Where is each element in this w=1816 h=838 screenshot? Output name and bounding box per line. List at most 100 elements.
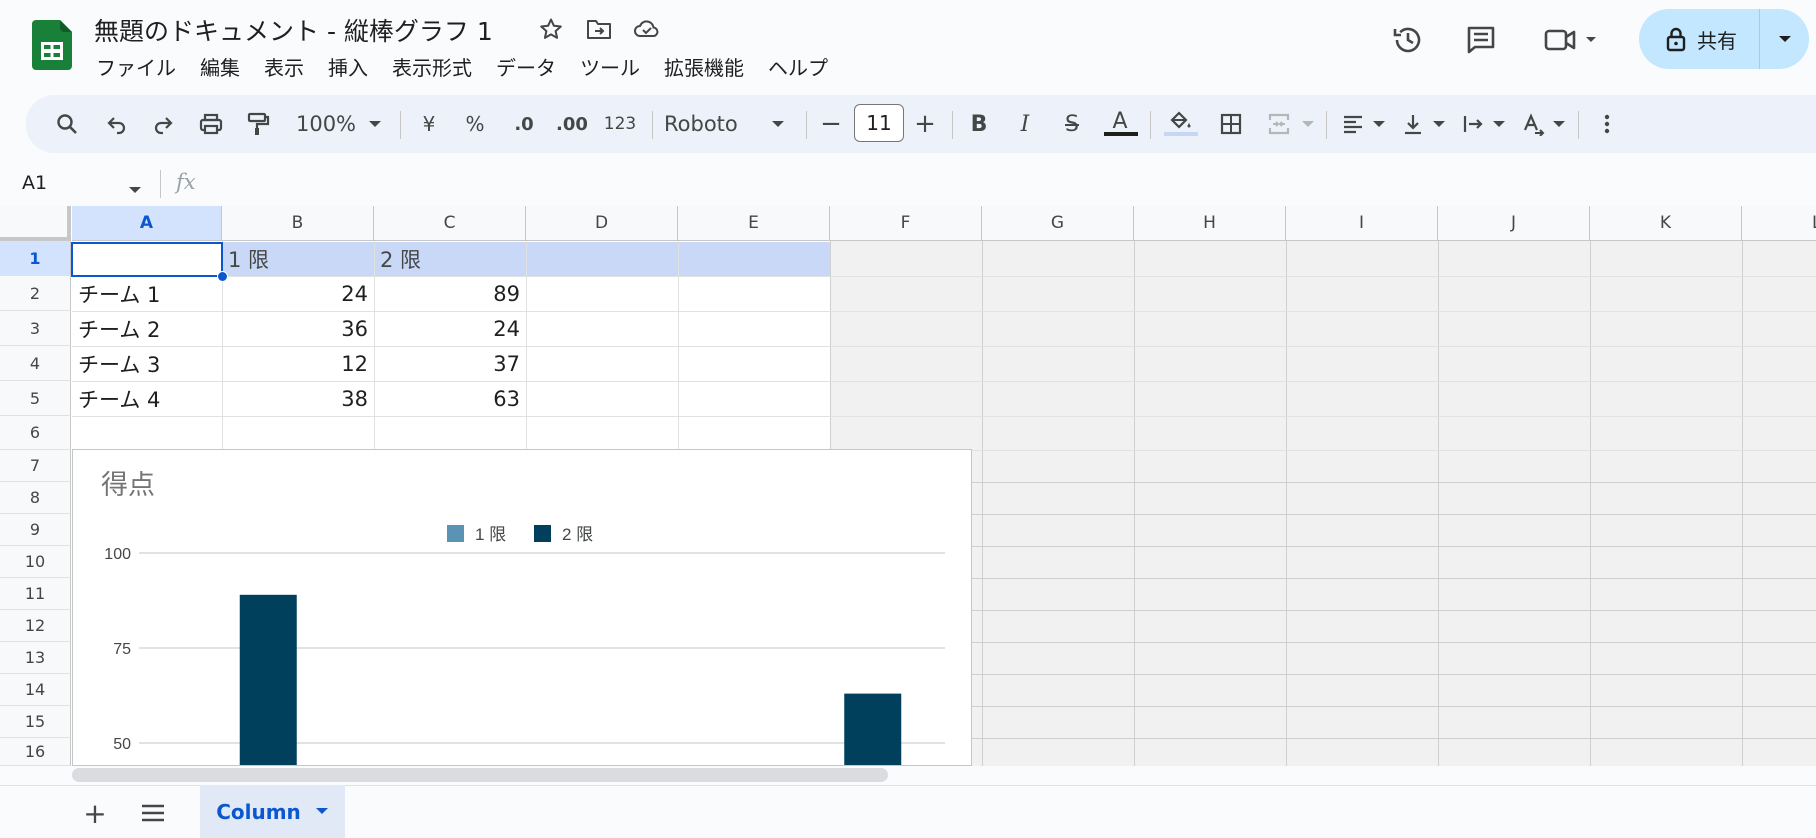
menu-data[interactable]: データ — [496, 52, 556, 81]
row-header-9[interactable]: 9 — [0, 514, 71, 546]
menu-insert[interactable]: 挿入 — [328, 52, 368, 81]
rotation-dropdown-icon[interactable] — [1550, 95, 1568, 153]
horizontal-scrollbar[interactable] — [72, 768, 888, 782]
row-header-14[interactable]: 14 — [0, 674, 71, 706]
bar-4-series-2[interactable] — [844, 693, 902, 766]
font-select[interactable]: Roboto — [664, 95, 764, 153]
valign-dropdown-icon[interactable] — [1430, 95, 1448, 153]
column-header-g[interactable]: G — [982, 206, 1134, 241]
column-header-d[interactable]: D — [526, 206, 678, 241]
column-header-f[interactable]: F — [830, 206, 982, 241]
text-color-button[interactable]: A — [1102, 92, 1138, 150]
document-title[interactable]: 無題のドキュメント - 縦棒グラフ 1 — [94, 12, 493, 48]
name-box[interactable]: A1 — [22, 172, 47, 194]
borders-icon[interactable] — [1214, 95, 1248, 153]
comments-icon[interactable] — [1461, 20, 1501, 60]
menu-file[interactable]: ファイル — [96, 52, 176, 81]
zoom-dropdown-icon[interactable] — [364, 95, 386, 153]
horizontal-align-icon[interactable] — [1336, 95, 1370, 153]
cloud-saved-icon[interactable] — [632, 14, 662, 44]
increase-decimal-button[interactable]: .00 — [552, 95, 592, 153]
row-header-12[interactable]: 12 — [0, 610, 71, 642]
column-header-k[interactable]: K — [1590, 206, 1742, 241]
fill-color-icon[interactable] — [1162, 92, 1198, 150]
redo-icon[interactable] — [146, 95, 180, 153]
column-header-b[interactable]: B — [222, 206, 374, 241]
sheet-tab-dropdown-icon[interactable] — [315, 807, 329, 816]
column-header-h[interactable]: H — [1134, 206, 1286, 241]
row-header-7[interactable]: 7 — [0, 450, 71, 482]
chart-legend[interactable]: 1 限 2 限 — [447, 525, 593, 544]
increase-font-size-button[interactable]: + — [910, 95, 940, 153]
column-header-c[interactable]: C — [374, 206, 526, 241]
selected-cell-a1[interactable] — [71, 242, 223, 277]
bold-button[interactable]: B — [962, 95, 996, 153]
cell-b4[interactable]: 12 — [222, 347, 374, 381]
move-folder-icon[interactable] — [584, 14, 614, 44]
cell-a2[interactable]: チーム 1 — [72, 277, 222, 311]
row-header-8[interactable]: 8 — [0, 482, 71, 514]
row-header-1[interactable]: 1 — [0, 241, 71, 276]
name-box-dropdown-icon[interactable] — [128, 180, 142, 199]
halign-dropdown-icon[interactable] — [1370, 95, 1388, 153]
row-header-15[interactable]: 15 — [0, 706, 71, 738]
row-header-5[interactable]: 5 — [0, 381, 71, 416]
meet-video-icon[interactable] — [1542, 20, 1602, 60]
print-icon[interactable] — [194, 95, 228, 153]
undo-icon[interactable] — [100, 95, 134, 153]
menu-tools[interactable]: ツール — [580, 52, 640, 81]
row-header-2[interactable]: 2 — [0, 276, 71, 311]
cell-b2[interactable]: 24 — [222, 277, 374, 311]
row-header-6[interactable]: 6 — [0, 416, 71, 450]
cell-c2[interactable]: 89 — [374, 277, 526, 311]
menu-format[interactable]: 表示形式 — [392, 52, 472, 81]
sheets-logo-icon[interactable] — [32, 20, 72, 70]
column-header-a[interactable]: A — [72, 206, 222, 241]
cell-b5[interactable]: 38 — [222, 382, 374, 416]
font-size-input[interactable]: 11 — [854, 104, 904, 142]
font-dropdown-icon[interactable] — [766, 95, 790, 153]
italic-button[interactable]: I — [1008, 95, 1042, 153]
add-sheet-button[interactable]: + — [80, 797, 110, 830]
format-percent-button[interactable]: % — [458, 95, 492, 153]
menu-help[interactable]: ヘルプ — [768, 52, 828, 81]
cell-a4[interactable]: チーム 3 — [72, 347, 222, 381]
cell-a5[interactable]: チーム 4 — [72, 382, 222, 416]
more-options-icon[interactable] — [1590, 95, 1624, 153]
row-header-11[interactable]: 11 — [0, 578, 71, 610]
menu-view[interactable]: 表示 — [264, 52, 304, 81]
cell-c5[interactable]: 63 — [374, 382, 526, 416]
share-button[interactable]: 共有 — [1639, 9, 1809, 69]
column-header-j[interactable]: J — [1438, 206, 1590, 241]
cell-c1[interactable]: 2 限 — [374, 242, 526, 276]
share-dropdown-icon[interactable] — [1760, 34, 1809, 44]
row-header-16[interactable]: 16 — [0, 738, 71, 766]
zoom-select[interactable]: 100% — [288, 95, 364, 153]
menu-edit[interactable]: 編集 — [200, 52, 240, 81]
cell-a3[interactable]: チーム 2 — [72, 312, 222, 346]
text-wrapping-icon[interactable] — [1456, 95, 1490, 153]
column-header-l[interactable]: L — [1742, 206, 1816, 241]
vertical-align-icon[interactable] — [1396, 95, 1430, 153]
strikethrough-button[interactable]: S — [1055, 95, 1089, 153]
star-icon[interactable] — [536, 14, 566, 44]
paint-format-icon[interactable] — [241, 95, 275, 153]
text-rotation-icon[interactable] — [1516, 95, 1550, 153]
row-header-3[interactable]: 3 — [0, 311, 71, 346]
sheet-tab-column[interactable]: Column — [200, 785, 345, 838]
column-header-e[interactable]: E — [678, 206, 830, 241]
format-currency-button[interactable]: ¥ — [412, 95, 446, 153]
all-sheets-icon[interactable] — [138, 798, 168, 828]
chart-bars[interactable] — [183, 594, 902, 766]
cell-b3[interactable]: 36 — [222, 312, 374, 346]
menu-extensions[interactable]: 拡張機能 — [664, 52, 744, 81]
wrap-dropdown-icon[interactable] — [1490, 95, 1508, 153]
decrease-font-size-button[interactable]: − — [816, 95, 846, 153]
row-header-4[interactable]: 4 — [0, 346, 71, 381]
merge-dropdown-icon[interactable] — [1298, 95, 1318, 153]
history-icon[interactable] — [1388, 20, 1428, 60]
embedded-chart[interactable]: 得点 1 限 2 限 100 75 50 — [72, 449, 972, 766]
decrease-decimal-button[interactable]: .0 — [504, 95, 544, 153]
search-menus-icon[interactable] — [50, 95, 84, 153]
merge-cells-icon[interactable] — [1262, 95, 1296, 153]
